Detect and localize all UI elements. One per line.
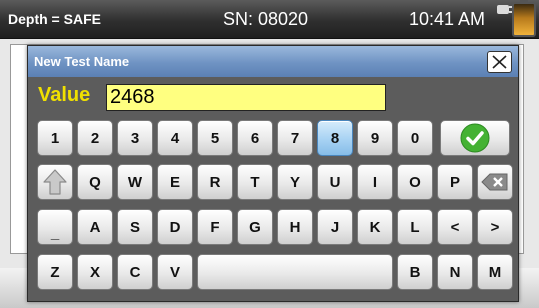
space-bar[interactable]	[197, 254, 393, 290]
key-s[interactable]: S	[117, 209, 153, 245]
backspace-icon	[481, 173, 508, 191]
key-w[interactable]: W	[117, 164, 153, 200]
serial-number: SN: 08020	[223, 9, 309, 29]
key-b[interactable]: B	[397, 254, 433, 290]
dialog-title: New Test Name	[34, 54, 130, 69]
key-m[interactable]: M	[477, 254, 513, 290]
key-1[interactable]: 1	[37, 120, 73, 156]
key-e[interactable]: E	[157, 164, 193, 200]
checkmark-icon	[460, 123, 490, 153]
key-x[interactable]: X	[77, 254, 113, 290]
key-o[interactable]: O	[397, 164, 433, 200]
key-q[interactable]: Q	[77, 164, 113, 200]
key-k[interactable]: K	[357, 209, 393, 245]
key-0[interactable]: 0	[397, 120, 433, 156]
key-r[interactable]: R	[197, 164, 233, 200]
key-u[interactable]: U	[317, 164, 353, 200]
value-label: Value	[38, 84, 91, 106]
enter-button[interactable]	[440, 120, 510, 156]
key-v[interactable]: V	[157, 254, 193, 290]
key-y[interactable]: Y	[277, 164, 313, 200]
key-c[interactable]: C	[117, 254, 153, 290]
key-less-than[interactable]: <	[437, 209, 473, 245]
shift-key[interactable]	[37, 164, 73, 200]
key-g[interactable]: G	[237, 209, 273, 245]
depth-status: Depth = SAFE	[8, 11, 101, 27]
shift-arrow-icon	[43, 169, 67, 195]
underscore-label: _	[50, 224, 60, 242]
key-3[interactable]: 3	[117, 120, 153, 156]
close-icon	[492, 55, 507, 69]
key-l[interactable]: L	[397, 209, 433, 245]
key-j[interactable]: J	[317, 209, 353, 245]
key-d[interactable]: D	[157, 209, 193, 245]
key-7[interactable]: 7	[277, 120, 313, 156]
value-input[interactable]	[106, 84, 386, 111]
key-9[interactable]: 9	[357, 120, 393, 156]
clock: 10:41 AM	[409, 9, 486, 29]
status-bar: Depth = SAFE SN: 08020 10:41 AM	[0, 0, 539, 39]
key-t[interactable]: T	[237, 164, 273, 200]
key-h[interactable]: H	[277, 209, 313, 245]
key-a[interactable]: A	[77, 209, 113, 245]
close-button[interactable]	[487, 51, 512, 73]
keyboard-dialog: New Test Name Value 1 2 3 4 5 6 7 8 9 0 …	[27, 45, 519, 302]
key-f[interactable]: F	[197, 209, 233, 245]
key-n[interactable]: N	[437, 254, 473, 290]
key-8[interactable]: 8	[317, 120, 353, 156]
key-i[interactable]: I	[357, 164, 393, 200]
key-6[interactable]: 6	[237, 120, 273, 156]
key-z[interactable]: Z	[37, 254, 73, 290]
backspace-key[interactable]	[477, 164, 513, 200]
key-greater-than[interactable]: >	[477, 209, 513, 245]
dialog-titlebar: New Test Name	[28, 46, 518, 77]
battery-icon	[512, 0, 536, 37]
key-5[interactable]: 5	[197, 120, 233, 156]
key-p[interactable]: P	[437, 164, 473, 200]
key-4[interactable]: 4	[157, 120, 193, 156]
key-2[interactable]: 2	[77, 120, 113, 156]
key-underscore[interactable]: _	[37, 209, 73, 245]
